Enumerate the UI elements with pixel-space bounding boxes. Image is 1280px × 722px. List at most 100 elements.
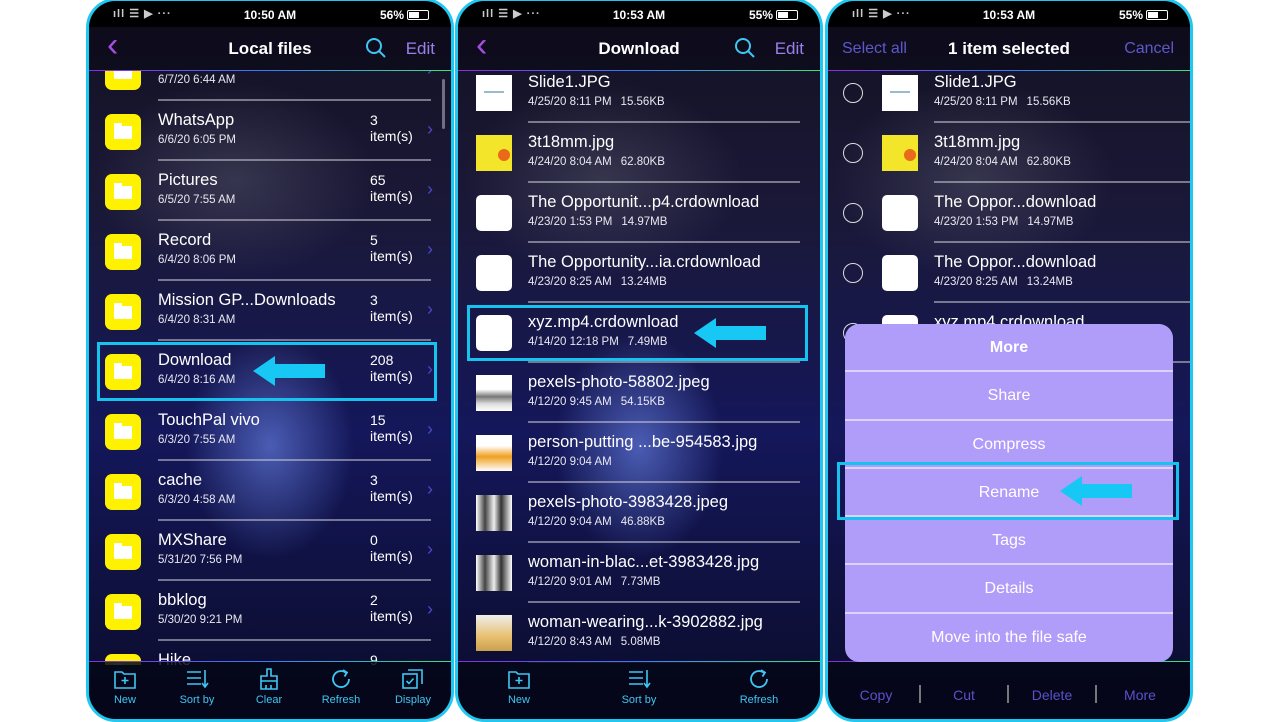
edit-button[interactable]: Edit [406, 39, 435, 59]
item-count: 3 item(s) [370, 112, 413, 144]
toolbar-label: Sort by [179, 694, 215, 706]
item-name: 3t18mm.jpg [934, 133, 1021, 151]
folder-icon [105, 174, 141, 210]
search-icon[interactable] [365, 37, 387, 59]
item-date: 4/12/20 8:43 AM [528, 636, 612, 648]
item-size: 54.15KB [620, 396, 665, 408]
folder-icon [105, 114, 141, 150]
item-size: 15.56KB [1026, 96, 1071, 108]
scrollbar[interactable] [442, 79, 445, 129]
file-thumbnail [476, 375, 512, 411]
item-name: The Oppor...download [934, 193, 1097, 211]
file-item[interactable]: woman-in-blac...et-3983428.jpg 4/12/20 9:… [458, 543, 820, 603]
battery-percent: 56% [379, 8, 404, 22]
item-count: 208 item(s) [370, 352, 413, 384]
select-radio[interactable] [843, 83, 863, 103]
folder-icon [105, 534, 141, 570]
bottom-toolbar: Copy Cut Delete More [828, 661, 1190, 719]
bottom-toolbar: New Sort by Clear Refresh Display [89, 661, 451, 719]
arrow-left-icon [694, 318, 766, 348]
select-radio[interactable] [843, 143, 863, 163]
toolbar-label: Display [394, 694, 432, 706]
file-list[interactable]: Slide1.JPG 4/25/20 8:11 PM 15.56KB 3t18mm.j… [458, 71, 820, 665]
file-item[interactable]: The Oppor...download 4/23/20 1:53 PM 14.97… [828, 183, 1190, 243]
count-unit: item(s) [370, 248, 413, 264]
item-count: 3 item(s) [370, 472, 413, 504]
item-name: person-putting ...be-954583.jpg [528, 433, 758, 451]
menu-item-tags[interactable]: Tags [845, 517, 1173, 566]
file-item[interactable]: The Opportunity...ia.crdownload 4/23/20 8… [458, 243, 820, 303]
refresh-icon [750, 669, 768, 688]
menu-item-details[interactable]: Details [845, 565, 1173, 614]
item-name: pexels-photo-58802.jpeg [528, 373, 710, 391]
file-thumbnail [476, 75, 512, 111]
battery-icon [776, 10, 798, 20]
toolbar-new-button[interactable]: New [93, 667, 157, 706]
file-thumbnail [882, 195, 918, 231]
action-divider [1095, 685, 1097, 703]
file-item[interactable]: 3t18mm.jpg 4/24/20 8:04 AM 62.80KB [828, 123, 1190, 183]
folder-item[interactable]: TouchPal vivo 6/3/20 7:55 AM 15 item(s) › [89, 401, 451, 461]
action-more-button[interactable]: More [1100, 687, 1180, 703]
item-date: 4/12/20 9:04 AM [528, 456, 612, 468]
item-date: 4/14/20 12:18 PM [528, 336, 619, 348]
action-delete-button[interactable]: Delete [1012, 687, 1092, 703]
chevron-right-icon: › [427, 299, 433, 319]
toolbar-display-button[interactable]: Display [381, 667, 445, 706]
edit-button[interactable]: Edit [775, 39, 804, 59]
toolbar-label: New [507, 694, 530, 706]
file-item[interactable]: The Oppor...download 4/23/20 8:25 AM 13.24… [828, 243, 1190, 303]
item-meta: 5/30/20 9:21 PM [158, 614, 242, 626]
toolbar-refresh-button[interactable]: Refresh [309, 667, 373, 706]
item-name: woman-in-blac...et-3983428.jpg [528, 553, 760, 571]
cancel-button[interactable]: Cancel [1124, 40, 1174, 58]
toolbar-clear-button[interactable]: Clear [237, 667, 301, 706]
item-name: Mission GP...Downloads [158, 291, 336, 309]
menu-item-share[interactable]: Share [845, 372, 1173, 421]
folder-item[interactable]: Mission GP...Downloads 6/4/20 8:31 AM 3 ite… [89, 281, 451, 341]
folder-item[interactable]: Record 6/4/20 8:06 PM 5 item(s) › [89, 221, 451, 281]
folder-item[interactable]: cache 6/3/20 4:58 AM 3 item(s) › [89, 461, 451, 521]
file-item[interactable]: 3t18mm.jpg 4/24/20 8:04 AM 62.80KB [458, 123, 820, 183]
toolbar-sort-by-button[interactable]: Sort by [607, 667, 671, 706]
menu-item-compress[interactable]: Compress [845, 421, 1173, 469]
sort-icon [187, 670, 209, 689]
menu-item-move-into-the-file-safe[interactable]: Move into the file safe [845, 614, 1173, 662]
file-item[interactable]: Slide1.JPG 4/25/20 8:11 PM 15.56KB [458, 71, 820, 123]
chevron-right-icon: › [427, 479, 433, 499]
toolbar-sort-by-button[interactable]: Sort by [165, 667, 229, 706]
item-meta: 6/6/20 6:05 PM [158, 134, 236, 146]
toolbar-refresh-button[interactable]: Refresh [727, 667, 791, 706]
action-copy-button[interactable]: Copy [836, 687, 916, 703]
select-radio[interactable] [843, 203, 863, 223]
item-size: 13.24MB [620, 276, 667, 288]
folder-item[interactable]: Pictures 6/5/20 7:55 AM 65 item(s) › [89, 161, 451, 221]
file-item[interactable]: pexels-photo-58802.jpeg 4/12/20 9:45 AM 54… [458, 363, 820, 423]
file-item[interactable]: pexels-photo-3983428.jpeg 4/12/20 9:04 AM… [458, 483, 820, 543]
folder-icon [105, 71, 141, 90]
file-item[interactable]: Slide1.JPG 4/25/20 8:11 PM 15.56KB [828, 71, 1190, 123]
folder-item[interactable]: MXShare 5/31/20 7:56 PM 0 item(s) › [89, 521, 451, 581]
item-date: 5/31/20 7:56 PM [158, 554, 243, 566]
item-name: Download [158, 351, 232, 369]
action-cut-button[interactable]: Cut [924, 687, 1004, 703]
item-meta: 4/23/20 8:25 AM 13.24MB [934, 276, 1073, 288]
item-meta: 4/12/20 8:43 AM 5.08MB [528, 636, 660, 648]
phone-selection: ıll ☰ ▶ ··· 10:53 AM 55% Select all 1 item s… [825, 0, 1193, 722]
folder-item[interactable]: 6/7/20 6:44 AMitem(s)› [89, 71, 451, 101]
select-radio[interactable] [843, 263, 863, 283]
folder-item[interactable]: WhatsApp 6/6/20 6:05 PM 3 item(s) › [89, 101, 451, 161]
file-item[interactable]: person-putting ...be-954583.jpg 4/12/20 9… [458, 423, 820, 483]
search-icon[interactable] [734, 37, 756, 59]
count-unit: item(s) [370, 608, 413, 624]
folder-icon [105, 474, 141, 510]
toolbar-new-button[interactable]: New [487, 667, 551, 706]
folder-item[interactable]: bbklog 5/30/20 9:21 PM 2 item(s) › [89, 581, 451, 641]
new-folder-icon [114, 671, 136, 689]
file-thumbnail [476, 255, 512, 291]
refresh-icon [332, 669, 350, 688]
file-thumbnail [476, 135, 512, 171]
item-name: 3t18mm.jpg [528, 133, 615, 151]
file-item[interactable]: The Opportunit...p4.crdownload 4/23/20 1:… [458, 183, 820, 243]
file-item[interactable]: woman-wearing...k-3902882.jpg 4/12/20 8:4… [458, 603, 820, 663]
